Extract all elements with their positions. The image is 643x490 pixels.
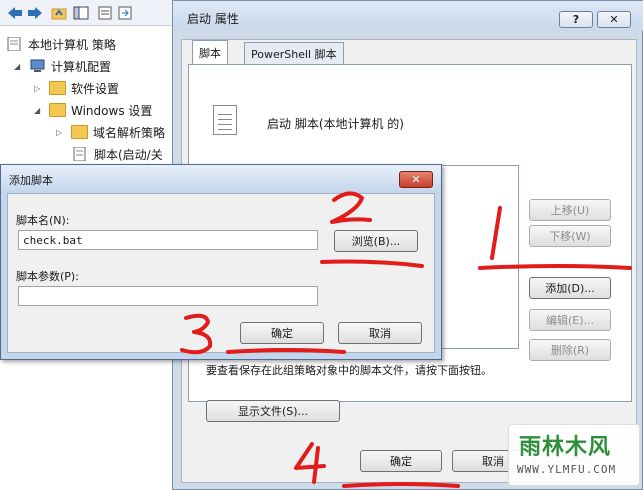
dialog-title-bar: 启动 属性 ? ✕ [173, 1, 643, 31]
scripts-heading: 启动 脚本(本地计算机 的) [267, 117, 404, 131]
script-icon [72, 146, 89, 162]
script-name-input[interactable]: check.bat [18, 230, 318, 250]
tree-item-computer-config[interactable]: ◢ 计算机配置 [14, 56, 111, 76]
tree-item-label: 域名解析策略 [93, 125, 166, 140]
close-button[interactable]: ✕ [399, 171, 433, 188]
collapsed-arrow-icon[interactable]: ▷ [34, 84, 43, 93]
script-name-label: 脚本名(N): [16, 214, 70, 227]
expanded-arrow-icon[interactable]: ◢ [14, 62, 23, 71]
console-tree-icon[interactable] [72, 4, 89, 21]
ok-button[interactable]: 确定 [360, 450, 442, 472]
move-down-button[interactable]: 下移(W) [529, 225, 611, 247]
forward-arrow-icon[interactable] [26, 4, 43, 21]
policy-document-icon [6, 36, 23, 52]
site-watermark: 雨林木风 WWW.YLMFU.COM [508, 424, 640, 486]
add-script-dialog: 添加脚本 ✕ 脚本名(N): check.bat 浏览(B)... 脚本参数(P… [0, 164, 442, 360]
tree-item-local-policy[interactable]: 本地计算机 策略 [6, 34, 116, 54]
tab-scripts[interactable]: 脚本 [192, 40, 228, 65]
folder-icon [49, 81, 66, 95]
tree-item-software-settings[interactable]: ▷ 软件设置 [34, 78, 119, 98]
tree-item-label: 软件设置 [71, 81, 120, 96]
edit-button[interactable]: 编辑(E)... [529, 309, 611, 331]
cancel-button[interactable]: 取消 [338, 322, 422, 344]
tab-powershell-scripts[interactable]: PowerShell 脚本 [244, 42, 344, 64]
tree-item-label: Windows 设置 [71, 103, 153, 118]
show-files-button[interactable]: 显示文件(S)... [206, 400, 340, 422]
tree-item-label: 脚本(启动/关 [94, 147, 163, 162]
remove-button[interactable]: 删除(R) [529, 339, 611, 361]
back-arrow-icon[interactable] [6, 4, 23, 21]
watermark-logo-text: 雨林木风 [519, 435, 612, 460]
tree-item-name-resolution-policy[interactable]: ▷ 域名解析策略 [56, 122, 165, 142]
help-button[interactable]: ? [559, 11, 593, 28]
mmc-toolbar [0, 0, 180, 26]
close-button[interactable]: ✕ [597, 11, 631, 28]
tree-item-label: 本地计算机 策略 [28, 37, 116, 52]
dialog-title: 启动 属性 [187, 12, 239, 26]
up-folder-icon[interactable] [50, 4, 67, 21]
computer-icon [29, 59, 46, 73]
show-files-info: 要查看保存在此组策略对象中的脚本文件，请按下面按钮。 [206, 364, 492, 377]
add-dialog-title-bar: 添加脚本 ✕ [1, 165, 441, 191]
script-params-input[interactable] [18, 286, 318, 306]
watermark-url: WWW.YLMFU.COM [517, 463, 617, 476]
tree-item-windows-settings[interactable]: ◢ Windows 设置 [34, 100, 152, 120]
add-dialog-title: 添加脚本 [9, 174, 53, 187]
expanded-arrow-icon[interactable]: ◢ [34, 106, 43, 115]
ok-button[interactable]: 确定 [240, 322, 324, 344]
collapsed-arrow-icon[interactable]: ▷ [56, 128, 65, 137]
folder-icon [71, 125, 88, 139]
tree-item-label: 计算机配置 [51, 59, 112, 74]
export-list-icon[interactable] [116, 4, 133, 21]
folder-icon [49, 103, 66, 117]
add-button[interactable]: 添加(D)... [529, 277, 611, 299]
add-dialog-body: 脚本名(N): check.bat 浏览(B)... 脚本参数(P): 确定 取… [7, 193, 435, 353]
browse-button[interactable]: 浏览(B)... [334, 230, 418, 252]
script-file-icon [213, 105, 237, 135]
properties-icon[interactable] [96, 4, 113, 21]
move-up-button[interactable]: 上移(U) [529, 199, 611, 221]
script-params-label: 脚本参数(P): [16, 270, 79, 283]
tree-item-scripts[interactable]: 脚本(启动/关 [72, 144, 163, 164]
